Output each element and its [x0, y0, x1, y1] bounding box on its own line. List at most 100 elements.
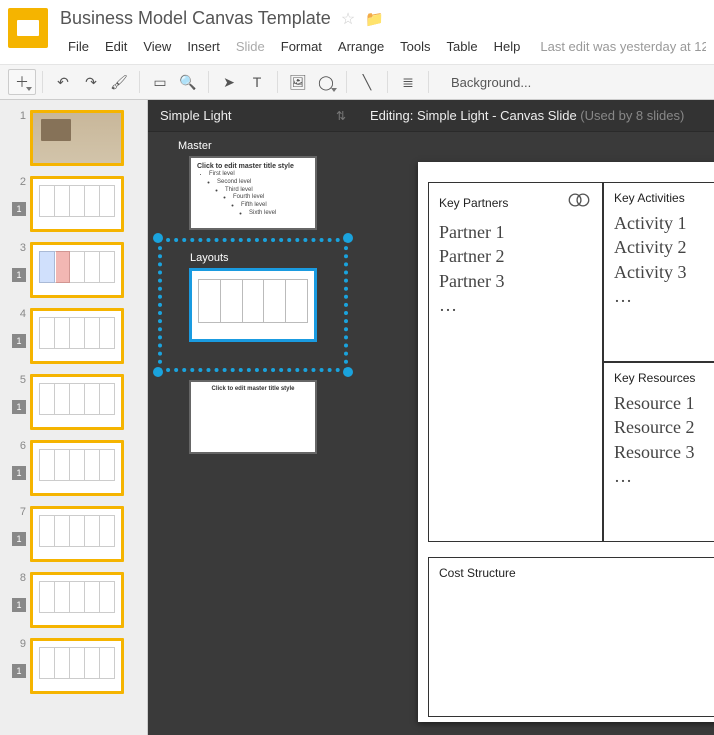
- bmc-item: Partner 1: [439, 220, 592, 244]
- bmc-item: …: [614, 464, 714, 488]
- image-button[interactable]: 🖼: [284, 69, 312, 95]
- slide-number: 8: [8, 572, 26, 584]
- bmc-key-resources[interactable]: Key Resources Resource 1 Resource 2 Reso…: [603, 362, 714, 542]
- slide-thumb[interactable]: 71: [0, 506, 147, 562]
- slide-number: 3: [8, 242, 26, 254]
- bmc-item: Activity 3: [614, 260, 714, 284]
- editing-prefix: Editing:: [370, 108, 417, 123]
- layout-thumb-canvas[interactable]: [189, 268, 317, 342]
- slide-number: 2: [8, 176, 26, 188]
- selection-handle[interactable]: [343, 233, 353, 243]
- line-button[interactable]: ╲: [353, 69, 381, 95]
- slide-canvas[interactable]: Key Partners Partner 1 Partner 2 Partner…: [418, 162, 714, 722]
- slide-thumb[interactable]: 31: [0, 242, 147, 298]
- select-tool-button[interactable]: ➤: [215, 69, 243, 95]
- undo-button[interactable]: ↶: [49, 69, 77, 95]
- bmc-title: Cost Structure: [439, 566, 516, 580]
- doc-title[interactable]: Business Model Canvas Template: [60, 8, 331, 29]
- master-bullet: Third level: [225, 187, 309, 195]
- bmc-item: Cost 2: [439, 610, 714, 634]
- link-rings-icon: [566, 191, 592, 214]
- menu-edit[interactable]: Edit: [97, 35, 135, 58]
- bmc-item: Resource 2: [614, 415, 714, 439]
- menu-slide: Slide: [228, 35, 273, 58]
- slide-number: 5: [8, 374, 26, 386]
- slide-thumb[interactable]: 21: [0, 176, 147, 232]
- canvas-stage[interactable]: Key Partners Partner 1 Partner 2 Partner…: [358, 132, 714, 735]
- slide-thumb[interactable]: 51: [0, 374, 147, 430]
- bmc-key-partners[interactable]: Key Partners Partner 1 Partner 2 Partner…: [428, 182, 603, 542]
- master-section-label: Master: [148, 132, 358, 156]
- layout-thumb-title[interactable]: Click to edit master title style: [189, 380, 317, 454]
- slide-number: 6: [8, 440, 26, 452]
- zoom-fit-button[interactable]: ▭: [146, 69, 174, 95]
- selection-handle[interactable]: [153, 233, 163, 243]
- separator: [208, 71, 209, 93]
- editing-layout-name: Simple Light - Canvas Slide: [417, 108, 577, 123]
- last-edit-text[interactable]: Last edit was yesterday at 12:3: [540, 39, 706, 54]
- menu-arrange[interactable]: Arrange: [330, 35, 392, 58]
- background-button[interactable]: Background...: [445, 71, 537, 94]
- separator: [277, 71, 278, 93]
- selection-handle[interactable]: [343, 367, 353, 377]
- bmc-key-activities[interactable]: Key Activities Activity 1 Activity 2 Act…: [603, 182, 714, 362]
- zoom-button[interactable]: 🔍: [174, 69, 202, 95]
- master-bullet: First level: [209, 171, 309, 179]
- slide-thumb[interactable]: 61: [0, 440, 147, 496]
- menu-file[interactable]: File: [60, 35, 97, 58]
- slide-number: 4: [8, 308, 26, 320]
- selection-handle[interactable]: [153, 367, 163, 377]
- master-bullet: Second level: [217, 179, 309, 187]
- menubar: File Edit View Insert Slide Format Arran…: [60, 35, 706, 58]
- bmc-item: Activity 2: [614, 235, 714, 259]
- layout-thumb-text: Click to edit master title style: [191, 382, 315, 392]
- separator: [428, 71, 429, 93]
- folder-icon[interactable]: 📁: [365, 10, 384, 28]
- comment-badge: 1: [12, 334, 26, 348]
- slide-filmstrip[interactable]: 1 21 31 41 51 61 71 81: [0, 100, 148, 735]
- menu-table[interactable]: Table: [439, 35, 486, 58]
- align-button[interactable]: ≣: [394, 69, 422, 95]
- main-area: 1 21 31 41 51 61 71 81: [0, 100, 714, 735]
- star-icon[interactable]: ☆: [341, 9, 355, 29]
- theme-selector[interactable]: Simple Light ⇅: [148, 100, 358, 132]
- slide-number: 9: [8, 638, 26, 650]
- paint-format-button[interactable]: 🖌: [105, 69, 133, 95]
- menu-format[interactable]: Format: [273, 35, 330, 58]
- textbox-button[interactable]: T: [243, 69, 271, 95]
- master-bullet: Sixth level: [249, 210, 309, 218]
- bmc-item: Resource 1: [614, 391, 714, 415]
- slide-thumb[interactable]: 91: [0, 638, 147, 694]
- master-bullet: Fifth level: [241, 202, 309, 210]
- redo-button[interactable]: ↷: [77, 69, 105, 95]
- edit-area: Editing: Simple Light - Canvas Slide (Us…: [358, 100, 714, 735]
- comment-badge: 1: [12, 268, 26, 282]
- bmc-item: …: [614, 284, 714, 308]
- slide-number: 7: [8, 506, 26, 518]
- menu-view[interactable]: View: [135, 35, 179, 58]
- new-slide-button[interactable]: ＋: [8, 69, 36, 95]
- comment-badge: 1: [12, 532, 26, 546]
- slide-thumb[interactable]: 41: [0, 308, 147, 364]
- bmc-item: Partner 3: [439, 269, 592, 293]
- layout-selection[interactable]: Layouts: [158, 238, 348, 372]
- menu-help[interactable]: Help: [486, 35, 529, 58]
- slide-thumb[interactable]: 81: [0, 572, 147, 628]
- sort-icon: ⇅: [336, 109, 346, 123]
- separator: [346, 71, 347, 93]
- menu-tools[interactable]: Tools: [392, 35, 438, 58]
- slide-thumb[interactable]: 1: [0, 110, 147, 166]
- slide-number: 1: [8, 110, 26, 122]
- bmc-title: Key Activities: [614, 191, 685, 205]
- menu-insert[interactable]: Insert: [179, 35, 228, 58]
- shape-button[interactable]: ◯: [312, 69, 340, 95]
- editing-usage: (Used by 8 slides): [577, 108, 685, 123]
- bmc-cost-structure[interactable]: Cost Structure Cost 1 Cost 2: [428, 557, 714, 717]
- bmc-item: Partner 2: [439, 244, 592, 268]
- slides-app-icon[interactable]: [8, 8, 48, 48]
- comment-badge: 1: [12, 400, 26, 414]
- bmc-title: Key Partners: [439, 196, 508, 210]
- comment-badge: 1: [12, 598, 26, 612]
- bmc-item: Activity 1: [614, 211, 714, 235]
- master-thumb[interactable]: Click to edit master title style First l…: [189, 156, 317, 230]
